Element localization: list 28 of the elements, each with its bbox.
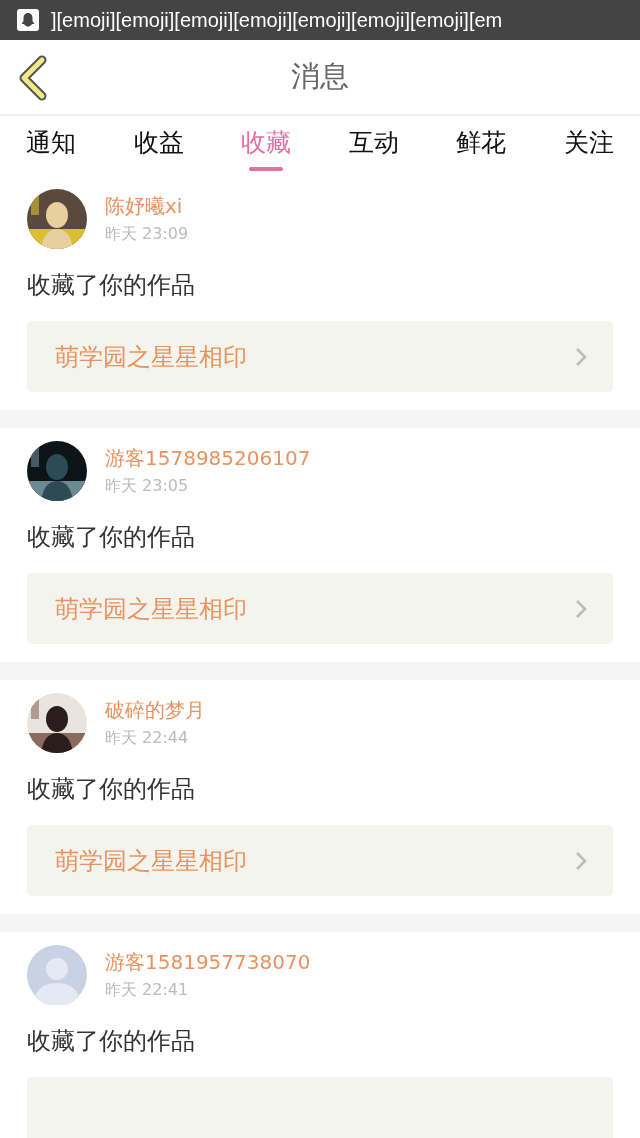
work-card[interactable]: 萌学园之星星相印 bbox=[27, 573, 613, 644]
avatar-icon bbox=[27, 945, 87, 1005]
user-name[interactable]: 陈妤曦xi bbox=[105, 193, 189, 220]
tab[interactable]: 收藏 bbox=[241, 116, 292, 176]
message-text: 收藏了你的作品 bbox=[27, 1026, 196, 1057]
tab[interactable]: 鲜花 bbox=[456, 116, 507, 176]
user-name[interactable]: 游客1578985206107 bbox=[105, 445, 311, 472]
work-card[interactable]: 萌学园之星星相印 bbox=[27, 321, 613, 392]
chevron-icon bbox=[575, 598, 587, 619]
notification-text: ][emoji][emoji][emoji][emoji][emoji][emoji][emoji][em bbox=[51, 8, 503, 32]
tab[interactable]: 通知 bbox=[26, 116, 76, 176]
tab[interactable]: 互动 bbox=[348, 116, 399, 176]
chevron-icon bbox=[575, 850, 587, 871]
penguin-icon bbox=[17, 9, 39, 31]
message-text: 收藏了你的作品 bbox=[27, 522, 196, 553]
timestamp: 昨天 22:44 bbox=[105, 728, 190, 749]
timestamp: 昨天 22:41 bbox=[105, 980, 190, 1001]
user-name[interactable]: 破碎的梦月 bbox=[105, 697, 205, 724]
message-text: 收藏了你的作品 bbox=[27, 270, 196, 301]
tab[interactable]: 关注 bbox=[563, 116, 614, 176]
page-title: 消息 bbox=[291, 58, 349, 95]
tab[interactable]: 收益 bbox=[133, 116, 184, 176]
timestamp: 昨天 23:09 bbox=[105, 224, 189, 245]
user-name[interactable]: 游客1581957738070 bbox=[105, 949, 311, 976]
message-text: 收藏了你的作品 bbox=[27, 774, 196, 805]
work-card[interactable]: 萌学园之星星相印 bbox=[27, 825, 613, 896]
chevron-icon bbox=[575, 346, 587, 367]
timestamp: 昨天 23:05 bbox=[105, 476, 190, 497]
